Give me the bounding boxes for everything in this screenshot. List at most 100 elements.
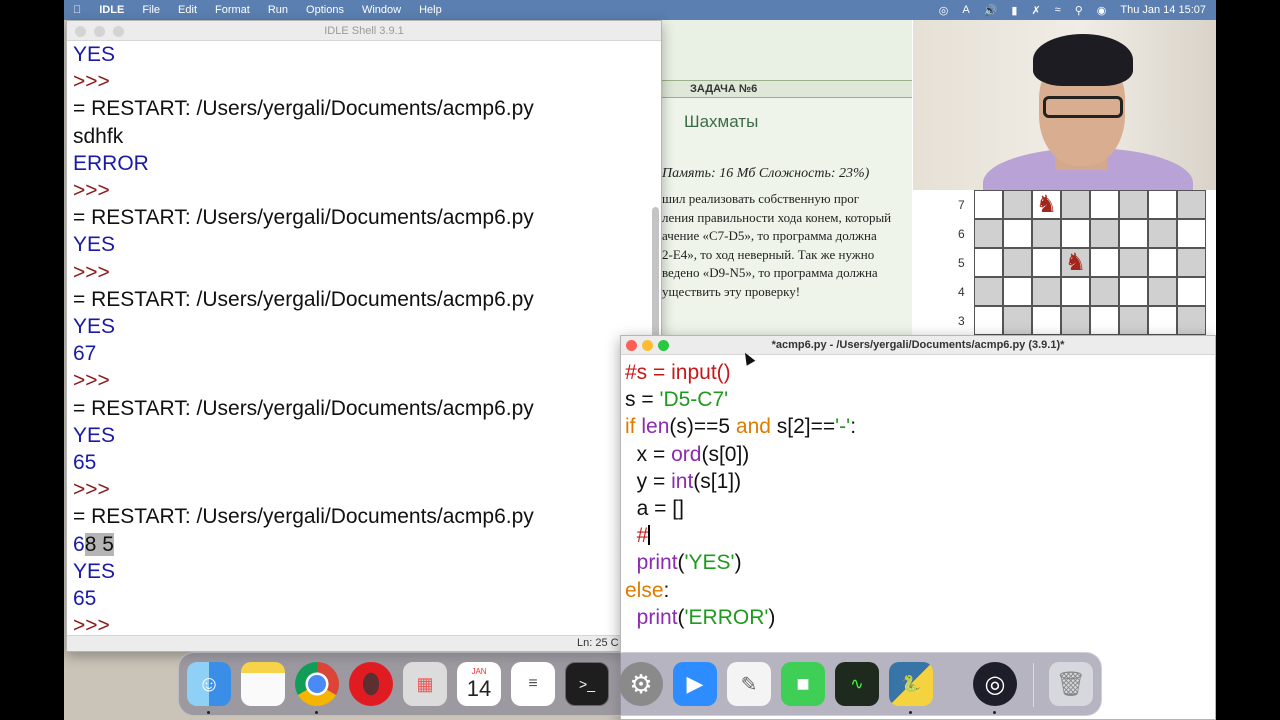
code-line: print('YES') [636, 551, 742, 575]
code-line: s = 'D5-C7' [625, 388, 729, 412]
board-square [1061, 277, 1090, 306]
python-launcher-icon[interactable]: 🐍 [889, 662, 933, 706]
finder-icon[interactable]: ☺ [187, 662, 231, 706]
zoom-button[interactable] [113, 26, 124, 37]
system-preferences-icon[interactable]: ⚙ [619, 662, 663, 706]
board-square [1003, 190, 1032, 219]
board-square [1090, 219, 1119, 248]
running-indicator [909, 711, 912, 714]
task-paragraph-line: ачение «C7-D5», то программа должна [662, 228, 877, 243]
code-area[interactable]: #s = input() s = 'D5-C7' if len(s)==5 an… [625, 359, 856, 631]
board-square [974, 248, 1003, 277]
menu-options[interactable]: Options [297, 0, 353, 20]
menu-file[interactable]: File [133, 0, 169, 20]
zoom-button[interactable] [658, 340, 669, 351]
board-square [1090, 190, 1119, 219]
wifi-icon[interactable]: ≈ [1055, 4, 1061, 16]
shell-text-line: = RESTART: /Users/yergali/Documents/acmp… [73, 287, 534, 311]
shell-text-line: = RESTART: /Users/yergali/Documents/acmp… [73, 206, 534, 230]
code-line: #s = input() [625, 361, 731, 384]
shell-status-bar: Ln: 25 C [67, 635, 661, 651]
minimize-button[interactable] [642, 340, 653, 351]
webcam-glasses [1043, 96, 1123, 118]
code-line: if len(s)==5 and s[2]=='-': [625, 415, 857, 439]
dock-separator [1033, 663, 1034, 707]
board-square [1119, 190, 1148, 219]
task-page-header [662, 20, 912, 80]
board-square [1119, 248, 1148, 277]
shell-output-line: YES [73, 315, 116, 339]
close-button[interactable] [626, 340, 637, 351]
minimize-button[interactable] [94, 26, 105, 37]
shell-text-line: = RESTART: /Users/yergali/Documents/acmp… [73, 97, 534, 121]
trash-icon[interactable]: 🗑 [1049, 662, 1093, 706]
rank-label: 7 [958, 198, 965, 212]
calendar-icon[interactable]: JAN 14 [457, 662, 501, 706]
shell-text-line: sdhfk [73, 124, 124, 148]
selected-text[interactable]: 8 5 [84, 532, 114, 556]
notes-icon[interactable] [241, 662, 285, 706]
textedit-icon[interactable]: ✎ [727, 662, 771, 706]
menu-app-name[interactable]: IDLE [90, 0, 133, 20]
board-square [1177, 219, 1206, 248]
shell-titlebar[interactable]: IDLE Shell 3.9.1 [67, 21, 661, 41]
siri-icon[interactable]: ◉ [1097, 4, 1107, 17]
search-icon[interactable]: ⚲ [1075, 4, 1083, 17]
reminders-icon[interactable]: ≡ [511, 662, 555, 706]
task-band: ЗАДАЧА №6 [662, 80, 912, 98]
shell-window-controls [75, 26, 124, 37]
bluetooth-icon[interactable]: ✗ [1031, 4, 1040, 17]
close-button[interactable] [75, 26, 86, 37]
code-line: a = [] [625, 497, 684, 521]
shell-title: IDLE Shell 3.9.1 [324, 25, 404, 37]
rank-label: 6 [958, 227, 965, 241]
apple-icon[interactable]:  [64, 0, 90, 20]
obs-status-icon[interactable]: ◎ [939, 4, 949, 17]
editor-titlebar[interactable]: *acmp6.py - /Users/yergali/Documents/acm… [621, 336, 1215, 355]
facetime-icon[interactable]: ■ [781, 662, 825, 706]
dock: ☺ ▦ JAN 14 ≡ >_ ⚙ ▶ ✎ ■ ∿ 🐍 ◎ 🗑 [178, 652, 1102, 716]
chessboard: 7 6 5 4 3 ♞ ♞ [958, 190, 1212, 335]
board-square [1003, 277, 1032, 306]
opera-icon[interactable] [349, 662, 393, 706]
board-square [1061, 219, 1090, 248]
terminal-icon[interactable]: >_ [565, 662, 609, 706]
activity-monitor-icon[interactable]: ∿ [835, 662, 879, 706]
task-paragraph: шил реализовать собственную прог ления п… [662, 190, 954, 301]
launchpad-icon[interactable]: ▦ [403, 662, 447, 706]
battery-icon[interactable]: ▮ [1011, 4, 1017, 17]
shell-output[interactable]: YES >>> = RESTART: /Users/yergali/Document… [73, 41, 651, 635]
zoom-icon[interactable]: ▶ [673, 662, 717, 706]
task-paragraph-line: 2-E4», то ход неверный. Так же нужно [662, 246, 875, 262]
board-square [1003, 219, 1032, 248]
desktop: ЗАДАЧА №6 Шахматы Память: 16 Мб Сложност… [64, 0, 1216, 720]
shell-prompt: >>> [73, 478, 110, 502]
knight-icon: ♞ [1064, 249, 1087, 276]
shell-prompt: >>> [73, 614, 110, 635]
board-square [1061, 190, 1090, 219]
chrome-icon[interactable] [295, 662, 339, 706]
board-square [1148, 306, 1177, 335]
shell-output-line: ERROR [73, 151, 149, 175]
menu-edit[interactable]: Edit [169, 0, 206, 20]
input-prefix: 6 [73, 532, 85, 556]
menu-run[interactable]: Run [259, 0, 297, 20]
obs-icon[interactable]: ◎ [973, 662, 1017, 706]
board-square [1119, 306, 1148, 335]
running-indicator [993, 711, 996, 714]
shell-text-line: = RESTART: /Users/yergali/Documents/acmp… [73, 505, 534, 529]
shell-output-line: YES [73, 423, 116, 447]
board-square [974, 306, 1003, 335]
clock[interactable]: Thu Jan 14 15:07 [1120, 4, 1206, 16]
board-square [1148, 190, 1177, 219]
task-paragraph-line: ведено «D9-N5», то программа должна [662, 265, 878, 280]
menu-format[interactable]: Format [206, 0, 259, 20]
idle-shell-window[interactable]: IDLE Shell 3.9.1 YES >>> = RESTART: /Users… [66, 20, 662, 652]
input-source-icon[interactable]: A [962, 4, 969, 16]
volume-icon[interactable]: 🔊 [984, 4, 998, 17]
menu-help[interactable]: Help [410, 0, 451, 20]
shell-prompt: >>> [73, 369, 110, 393]
menu-window[interactable]: Window [353, 0, 410, 20]
shell-output-line: YES [73, 559, 116, 583]
board-square [1090, 248, 1119, 277]
